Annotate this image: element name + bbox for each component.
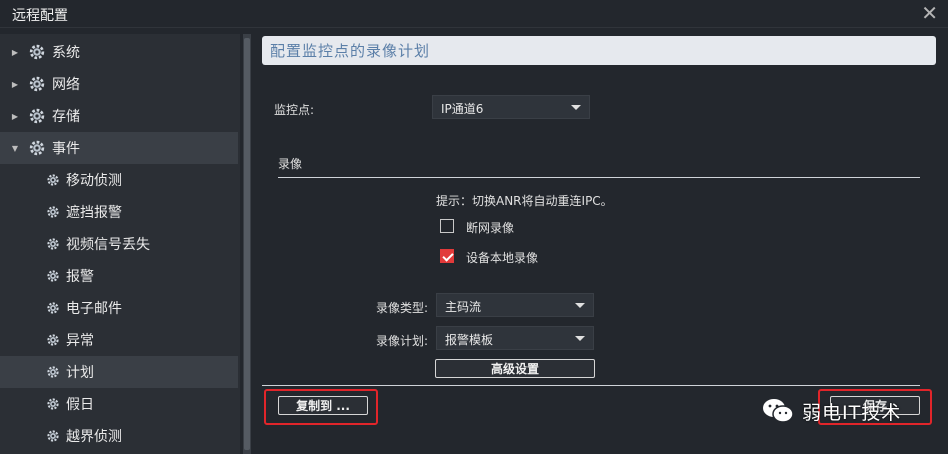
gear-icon <box>46 173 60 187</box>
sidebar-item-label: 存储 <box>52 109 80 125</box>
monitor-select-value: IP通道6 <box>441 102 484 116</box>
local-record-checkbox[interactable] <box>440 249 454 263</box>
chevron-down-icon <box>575 303 585 308</box>
sidebar-item[interactable]: 报警 <box>0 260 238 292</box>
sidebar-item-label: 移动侦测 <box>66 173 122 189</box>
gear-icon <box>28 43 46 61</box>
sidebar-scrollbar[interactable] <box>243 34 251 454</box>
section-title: 录像 <box>278 157 303 171</box>
sidebar-item[interactable]: ▶ 存储 <box>0 100 238 132</box>
sidebar-item[interactable]: 移动侦测 <box>0 164 238 196</box>
sidebar-item-label: 报警 <box>66 269 94 285</box>
sidebar-item-label: 系统 <box>52 45 80 61</box>
watermark-text: 弱电IT技术 <box>802 401 902 424</box>
record-plan-label: 录像计划: <box>376 334 429 348</box>
sidebar-item[interactable]: 视频信号丢失 <box>0 228 238 260</box>
sidebar-item-label: 视频信号丢失 <box>66 237 150 253</box>
sidebar: ▶ 系统 ▶ 网络 ▶ 存储 ▼ 事件移动侦测遮挡报警视频信号丢失 报警电子邮件异常计划假日越界… <box>0 34 240 454</box>
gear-icon <box>46 301 60 315</box>
gear-icon <box>46 269 60 283</box>
sidebar-item[interactable]: ▶ 系统 <box>0 36 238 68</box>
caret-right-icon[interactable]: ▶ <box>10 80 20 89</box>
sidebar-item[interactable]: 遮挡报警 <box>0 196 238 228</box>
sidebar-item-label: 电子邮件 <box>66 301 122 317</box>
gear-icon <box>46 333 60 347</box>
window-title: 远程配置 <box>12 8 68 24</box>
sidebar-item-label: 异常 <box>66 333 94 349</box>
chevron-down-icon <box>575 336 585 341</box>
local-record-label: 设备本地录像 <box>466 251 539 265</box>
monitor-select[interactable]: IP通道6 <box>432 95 590 119</box>
gear-icon <box>46 205 60 219</box>
record-type-select[interactable]: 主码流 <box>436 293 594 317</box>
gear-icon <box>46 365 60 379</box>
sidebar-item-label: 网络 <box>52 77 80 93</box>
caret-right-icon[interactable]: ▶ <box>10 48 20 57</box>
sidebar-item[interactable]: 异常 <box>0 324 238 356</box>
sidebar-item[interactable]: 计划 <box>0 356 238 388</box>
gear-icon <box>28 75 46 93</box>
network-record-label: 断网录像 <box>466 221 515 235</box>
record-plan-value: 报警模板 <box>445 333 494 347</box>
caret-right-icon[interactable]: ▶ <box>10 112 20 121</box>
tip-text: 提示：切换ANR将自动重连IPC。 <box>436 194 613 208</box>
watermark: 弱电IT技术 <box>762 394 901 428</box>
advanced-settings-button[interactable]: 高级设置 <box>435 359 595 378</box>
record-plan-select[interactable]: 报警模板 <box>436 326 594 350</box>
sidebar-item-label: 假日 <box>66 397 94 413</box>
wechat-icon <box>763 399 794 423</box>
record-type-label: 录像类型: <box>376 301 429 315</box>
sidebar-item-label: 越界侦测 <box>66 429 122 445</box>
gear-icon <box>28 107 46 125</box>
sidebar-item[interactable]: ▶ 网络 <box>0 68 238 100</box>
sidebar-item-label: 遮挡报警 <box>66 205 122 221</box>
chevron-down-icon <box>571 105 581 110</box>
sidebar-item-label: 计划 <box>66 365 94 381</box>
record-type-value: 主码流 <box>445 300 482 314</box>
sidebar-item[interactable]: 假日 <box>0 388 238 420</box>
sidebar-item[interactable]: 越界侦测 <box>0 420 238 452</box>
close-icon[interactable]: ✕ <box>921 2 938 24</box>
caret-down-icon[interactable]: ▼ <box>10 144 20 153</box>
sidebar-item[interactable]: 电子邮件 <box>0 292 238 324</box>
page-title: 配置监控点的录像计划 <box>270 42 431 60</box>
title-bar: 远程配置 ✕ <box>0 0 948 28</box>
gear-icon <box>46 429 60 443</box>
bottom-divider <box>262 385 920 386</box>
section-divider <box>278 177 920 178</box>
monitor-label: 监控点: <box>274 103 315 117</box>
page-header: 配置监控点的录像计划 <box>262 36 936 65</box>
network-record-checkbox[interactable] <box>440 219 454 233</box>
sidebar-item[interactable]: ▼ 事件 <box>0 132 238 164</box>
copy-highlight-box <box>264 389 378 425</box>
sidebar-item-label: 事件 <box>52 141 80 157</box>
scrollbar-thumb[interactable] <box>244 38 250 450</box>
gear-icon <box>46 397 60 411</box>
gear-icon <box>28 139 46 157</box>
gear-icon <box>46 237 60 251</box>
